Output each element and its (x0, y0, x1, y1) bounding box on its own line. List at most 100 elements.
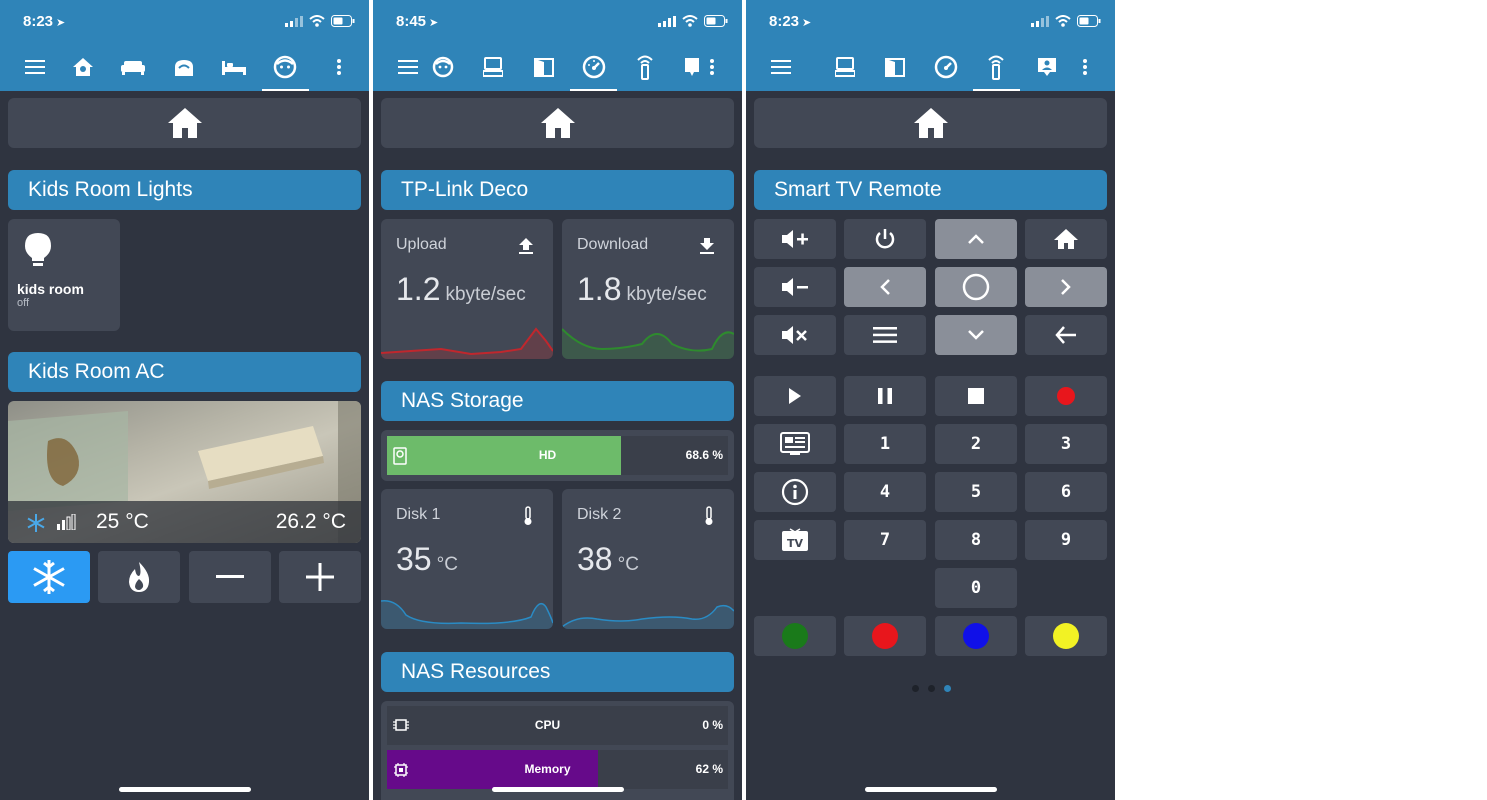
disk1-temp-card[interactable]: Disk 1 35 °C (381, 489, 553, 629)
power-button[interactable] (844, 219, 926, 259)
tab-bedroom[interactable] (220, 54, 248, 80)
download-sensor-card[interactable]: Download 1.8 kbyte/sec (562, 219, 734, 359)
hd-usage-card[interactable]: HD 68.6 % (381, 430, 734, 481)
tab-door[interactable] (881, 54, 909, 80)
pause-button[interactable] (844, 376, 926, 416)
page-dot[interactable] (912, 685, 919, 692)
hd-bar-track: HD 68.6 % (387, 436, 728, 475)
number-button-6[interactable]: 6 (1025, 472, 1107, 512)
tab-remote[interactable] (631, 54, 659, 80)
tab-door[interactable] (530, 54, 558, 80)
dpad-left-button[interactable] (844, 267, 926, 307)
dpad-up-button[interactable] (935, 219, 1017, 259)
page-dot-active[interactable] (944, 685, 951, 692)
volume-up-button[interactable] (754, 219, 836, 259)
hd-label: HD (538, 448, 557, 462)
guide-button[interactable] (754, 424, 836, 464)
home-indicator[interactable] (119, 787, 251, 792)
home-indicator[interactable] (492, 787, 624, 792)
disk2-temp-card[interactable]: Disk 2 38 °C (562, 489, 734, 629)
menu-button[interactable] (844, 315, 926, 355)
ac-heat-button[interactable] (98, 551, 180, 603)
upload-label: Upload (396, 236, 447, 253)
record-button[interactable] (1025, 376, 1107, 416)
dpad-ok-button[interactable] (935, 267, 1017, 307)
page-indicator[interactable] (912, 685, 951, 692)
green-dot-icon (782, 623, 808, 649)
tab-kids-room[interactable] (429, 54, 457, 80)
tab-dashboard[interactable] (932, 54, 960, 80)
number-button-1[interactable]: 1 (844, 424, 926, 464)
computer-icon (835, 57, 855, 77)
upload-sensor-card[interactable]: Upload 1.2 kbyte/sec (381, 219, 553, 359)
status-time: 8:23 ➤ (769, 13, 812, 30)
tab-living-room[interactable] (119, 54, 147, 80)
light-tile-kids-room[interactable]: kids room off (8, 219, 120, 331)
number-button-4[interactable]: 4 (844, 472, 926, 512)
info-button[interactable] (754, 472, 836, 512)
disk1-label: Disk 1 (396, 506, 441, 523)
home-indicator[interactable] (865, 787, 997, 792)
red-button[interactable] (844, 616, 926, 656)
tab-computer[interactable] (831, 54, 859, 80)
green-button[interactable] (754, 616, 836, 656)
volume-up-icon (782, 230, 808, 248)
ac-cool-button[interactable] (8, 551, 90, 603)
nas-resources-card[interactable]: CPU 0 % Memory 62 % (381, 701, 734, 800)
dpad-right-button[interactable] (1025, 267, 1107, 307)
number-button-9[interactable]: 9 (1025, 520, 1107, 560)
dpad-down-button[interactable] (935, 315, 1017, 355)
mute-icon (782, 326, 807, 344)
battery-icon (704, 15, 728, 27)
menu-icon[interactable] (394, 54, 422, 80)
number-button-7[interactable]: 7 (844, 520, 926, 560)
tab-network[interactable] (170, 54, 198, 80)
menu-icon[interactable] (21, 54, 49, 80)
tab-computer[interactable] (479, 54, 507, 80)
disk2-value: 38 °C (577, 541, 639, 577)
more-icon[interactable] (1071, 54, 1099, 80)
tab-person[interactable] (1033, 54, 1061, 80)
record-icon (1057, 387, 1075, 405)
number-button-0[interactable]: 0 (935, 568, 1017, 608)
blue-button[interactable] (935, 616, 1017, 656)
tab-remote[interactable] (982, 54, 1010, 80)
volume-down-button[interactable] (754, 267, 836, 307)
tv-home-button[interactable] (1025, 219, 1107, 259)
arrow-left-icon (1055, 326, 1076, 344)
tv-button[interactable]: TV (754, 520, 836, 560)
memory-bar-track: Memory 62 % (387, 750, 728, 789)
home-button[interactable] (754, 98, 1107, 148)
computer-icon (483, 57, 503, 77)
home-button[interactable] (8, 98, 361, 148)
more-icon[interactable] (698, 54, 726, 80)
number-button-8[interactable]: 8 (935, 520, 1017, 560)
battery-icon (1077, 15, 1101, 27)
tab-kids-room[interactable] (271, 54, 299, 80)
mute-button[interactable] (754, 315, 836, 355)
tab-house[interactable] (69, 54, 97, 80)
home-button[interactable] (381, 98, 734, 148)
back-button[interactable] (1025, 315, 1107, 355)
status-bar: 8:23 ➤ (0, 0, 369, 44)
tab-toolbar (0, 44, 369, 91)
tab-dashboard[interactable] (580, 54, 608, 80)
number-button-3[interactable]: 3 (1025, 424, 1107, 464)
menu-icon[interactable] (767, 54, 795, 80)
page-dot[interactable] (928, 685, 935, 692)
ac-temp-up-button[interactable] (279, 551, 361, 603)
hd-percent: 68.6 % (685, 448, 723, 462)
number-button-2[interactable]: 2 (935, 424, 1017, 464)
sofa-icon (121, 61, 145, 75)
active-tab-indicator (262, 89, 309, 91)
ac-temp-down-button[interactable] (189, 551, 271, 603)
number-button-5[interactable]: 5 (935, 472, 1017, 512)
stop-button[interactable] (935, 376, 1017, 416)
lightbulb-icon (25, 233, 51, 266)
more-icon[interactable] (325, 54, 353, 80)
status-bar: 8:23 ➤ (746, 0, 1115, 44)
red-dot-icon (872, 623, 898, 649)
yellow-button[interactable] (1025, 616, 1107, 656)
kid-face-icon (273, 55, 297, 79)
play-button[interactable] (754, 376, 836, 416)
